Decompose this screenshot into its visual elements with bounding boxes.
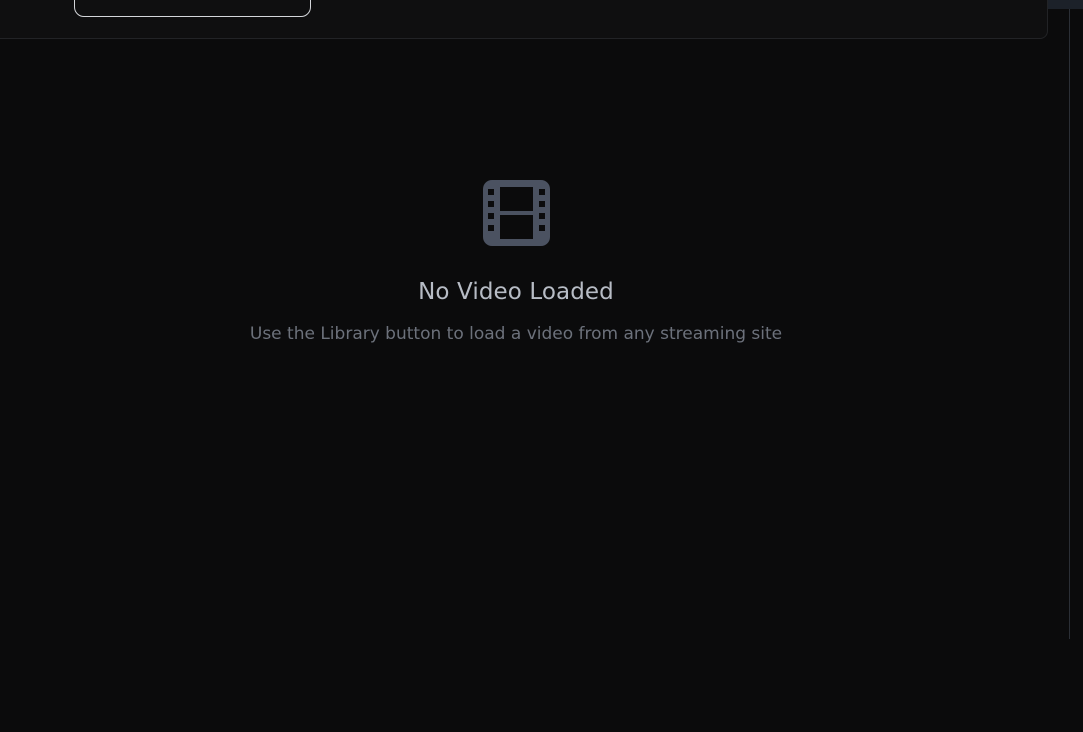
film-icon [483,180,550,246]
empty-state-title: No Video Loaded [418,279,614,305]
video-player-viewport: No Video Loaded Use the Library button t… [0,0,1083,732]
right-panel-divider [1069,9,1070,639]
empty-state-subtitle: Use the Library button to load a video f… [249,324,783,344]
empty-state: No Video Loaded Use the Library button t… [0,0,1032,732]
